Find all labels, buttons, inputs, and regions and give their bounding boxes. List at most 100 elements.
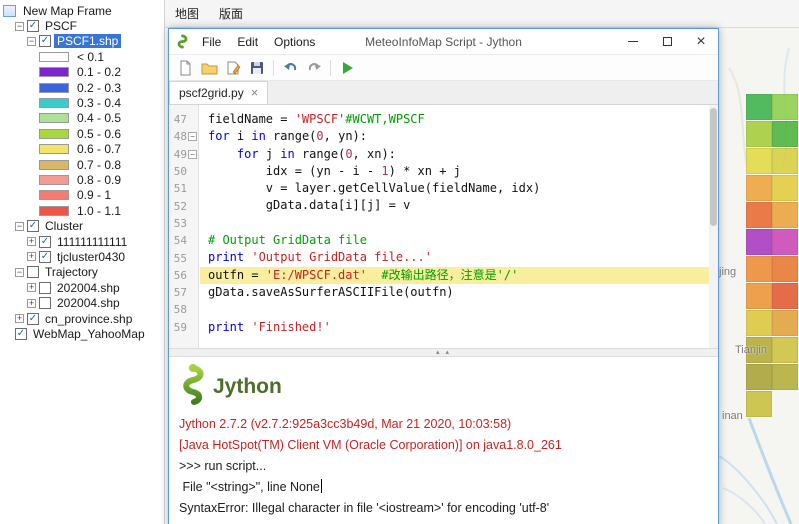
expand-icon[interactable]: + <box>15 314 24 323</box>
code-pane[interactable]: fieldName = 'WPSCF'#WCWT,WPSCFfor i in r… <box>200 105 709 336</box>
menu-options[interactable]: Options <box>266 31 323 53</box>
code-editor[interactable]: 4748−49−50515253545556575859 fieldName =… <box>169 105 718 348</box>
legend-swatch <box>39 190 69 200</box>
new-file-icon <box>177 60 193 76</box>
menu-file[interactable]: File <box>194 31 229 53</box>
code-line-55[interactable]: print 'Output GridData file...' <box>200 249 709 266</box>
collapse-icon[interactable]: − <box>15 22 24 31</box>
run-script-button[interactable] <box>335 57 359 79</box>
editor-console-splitter[interactable]: ▴ ▴ <box>169 348 718 357</box>
fold-icon[interactable]: − <box>188 150 197 159</box>
tree-item-cluster[interactable]: −✓Cluster <box>0 218 164 233</box>
code-line-59[interactable]: print 'Finished!' <box>200 319 709 336</box>
tree-item-pscf[interactable]: −✓PSCF <box>0 18 164 33</box>
code-line-57[interactable]: gData.saveAsSurferASCIIFile(outfn) <box>200 284 709 301</box>
code-line-51[interactable]: v = layer.getCellValue(fieldName, idx) <box>200 180 709 197</box>
layer-checkbox[interactable]: ✓ <box>39 236 51 248</box>
close-button[interactable]: × <box>684 29 718 54</box>
pscf-grid-cell <box>746 229 772 255</box>
code-line-50[interactable]: idx = (yn - i - 1) * xn + j <box>200 163 709 180</box>
line-number: 52 <box>170 200 187 213</box>
open-file-icon <box>201 60 218 76</box>
gutter-line: 56 <box>169 267 198 284</box>
legend-item-0-1[interactable]: < 0.1 <box>0 49 164 64</box>
save-button[interactable] <box>245 57 269 79</box>
tree-item-label: 111111111111 <box>54 235 130 249</box>
city-label: Tianjin <box>735 344 767 356</box>
code-line-53[interactable] <box>200 215 709 232</box>
code-line-56[interactable]: outfn = 'E:/WPSCF.dat' #改输出路径，注意是'/' <box>200 267 709 284</box>
legend-item-0-1-0-2[interactable]: 0.1 - 0.2 <box>0 65 164 80</box>
legend-item-0-6-0-7[interactable]: 0.6 - 0.7 <box>0 142 164 157</box>
layer-checkbox[interactable]: ✓ <box>27 313 39 325</box>
legend-item-1-0-1-1[interactable]: 1.0 - 1.1 <box>0 203 164 218</box>
expand-icon[interactable]: + <box>27 237 36 246</box>
redo-button[interactable] <box>302 57 326 79</box>
fold-icon[interactable]: − <box>188 132 197 141</box>
legend-item-0-5-0-6[interactable]: 0.5 - 0.6 <box>0 126 164 141</box>
tree-item-tjcluster0430[interactable]: +✓tjcluster0430 <box>0 249 164 264</box>
layer-checkbox[interactable]: ✓ <box>15 328 27 340</box>
code-line-54[interactable]: # Output GridData file <box>200 232 709 249</box>
menu-map[interactable]: 地图 <box>165 1 209 26</box>
layer-checkbox[interactable] <box>39 282 51 294</box>
collapse-icon[interactable]: − <box>15 268 24 277</box>
expand-icon[interactable]: + <box>27 299 36 308</box>
layer-checkbox[interactable]: ✓ <box>27 20 39 32</box>
editor-scrollbar-thumb[interactable] <box>710 108 717 226</box>
layer-checkbox[interactable]: ✓ <box>27 220 39 232</box>
expand-icon[interactable]: + <box>27 283 36 292</box>
legend-item-0-8-0-9[interactable]: 0.8 - 0.9 <box>0 172 164 187</box>
legend-item-0-4-0-5[interactable]: 0.4 - 0.5 <box>0 111 164 126</box>
open-file-button[interactable] <box>197 57 221 79</box>
editor-scrollbar[interactable] <box>709 105 718 348</box>
jython-console[interactable]: Jython Jython 2.7.2 (v2.7.2:925a3cc3b49d… <box>169 357 718 524</box>
maximize-button[interactable] <box>650 29 684 54</box>
legend-swatch <box>39 98 69 108</box>
tab-close-icon[interactable]: × <box>251 88 259 98</box>
save-as-button[interactable] <box>221 57 245 79</box>
tree-item-label: 0.1 - 0.2 <box>74 65 124 79</box>
collapse-icon[interactable]: − <box>15 222 24 231</box>
city-label: inan <box>722 410 743 422</box>
undo-button[interactable] <box>278 57 302 79</box>
layer-checkbox[interactable] <box>27 266 39 278</box>
minimize-button[interactable] <box>616 29 650 54</box>
expand-icon[interactable]: + <box>27 252 36 261</box>
menu-edit[interactable]: Edit <box>229 31 266 53</box>
tree-item-202004-shp[interactable]: +202004.shp <box>0 280 164 295</box>
tree-item-cn-province-shp[interactable]: +✓cn_province.shp <box>0 311 164 326</box>
tree-item-pscf1-shp[interactable]: −✓PSCF1.shp <box>0 34 164 49</box>
code-line-47[interactable]: fieldName = 'WPSCF'#WCWT,WPSCF <box>200 111 709 128</box>
legend-item-0-9-1[interactable]: 0.9 - 1 <box>0 188 164 203</box>
pscf-grid-cell <box>772 121 798 147</box>
code-line-49[interactable]: for j in range(0, xn): <box>200 146 709 163</box>
layer-checkbox[interactable]: ✓ <box>39 35 51 47</box>
tree-item-label: tjcluster0430 <box>54 250 128 264</box>
collapse-icon[interactable]: − <box>27 37 36 46</box>
tree-item-111111111111[interactable]: +✓111111111111 <box>0 234 164 249</box>
line-number: 49 <box>170 148 187 161</box>
code-line-58[interactable] <box>200 301 709 318</box>
code-line-52[interactable]: gData.data[i][j] = v <box>200 197 709 214</box>
pscf-grid-cell <box>746 391 772 417</box>
map-frame-icon <box>3 5 16 17</box>
legend-item-0-3-0-4[interactable]: 0.3 - 0.4 <box>0 95 164 110</box>
tree-item-new-map-frame[interactable]: New Map Frame <box>0 3 164 18</box>
tree-item-trajectory[interactable]: −Trajectory <box>0 265 164 280</box>
tab-pscf2grid-py[interactable]: pscf2grid.py × <box>169 81 268 104</box>
script-window-titlebar[interactable]: File Edit Options MeteoInfoMap Script - … <box>169 29 718 55</box>
new-file-button[interactable] <box>173 57 197 79</box>
map-view[interactable]: jingTianjininan <box>719 28 799 524</box>
code-line-48[interactable]: for i in range(0, yn): <box>200 128 709 145</box>
tree-item-webmap-yahoomap[interactable]: ✓WebMap_YahooMap <box>0 326 164 341</box>
menu-layout[interactable]: 版面 <box>209 1 253 26</box>
legend-item-0-2-0-3[interactable]: 0.2 - 0.3 <box>0 80 164 95</box>
tree-item-202004-shp[interactable]: +202004.shp <box>0 295 164 310</box>
layer-checkbox[interactable] <box>39 297 51 309</box>
jython-app-icon <box>175 34 190 49</box>
legend-item-0-7-0-8[interactable]: 0.7 - 0.8 <box>0 157 164 172</box>
gutter-line: 57 <box>169 284 198 301</box>
layer-checkbox[interactable]: ✓ <box>39 251 51 263</box>
script-toolbar <box>169 55 718 81</box>
